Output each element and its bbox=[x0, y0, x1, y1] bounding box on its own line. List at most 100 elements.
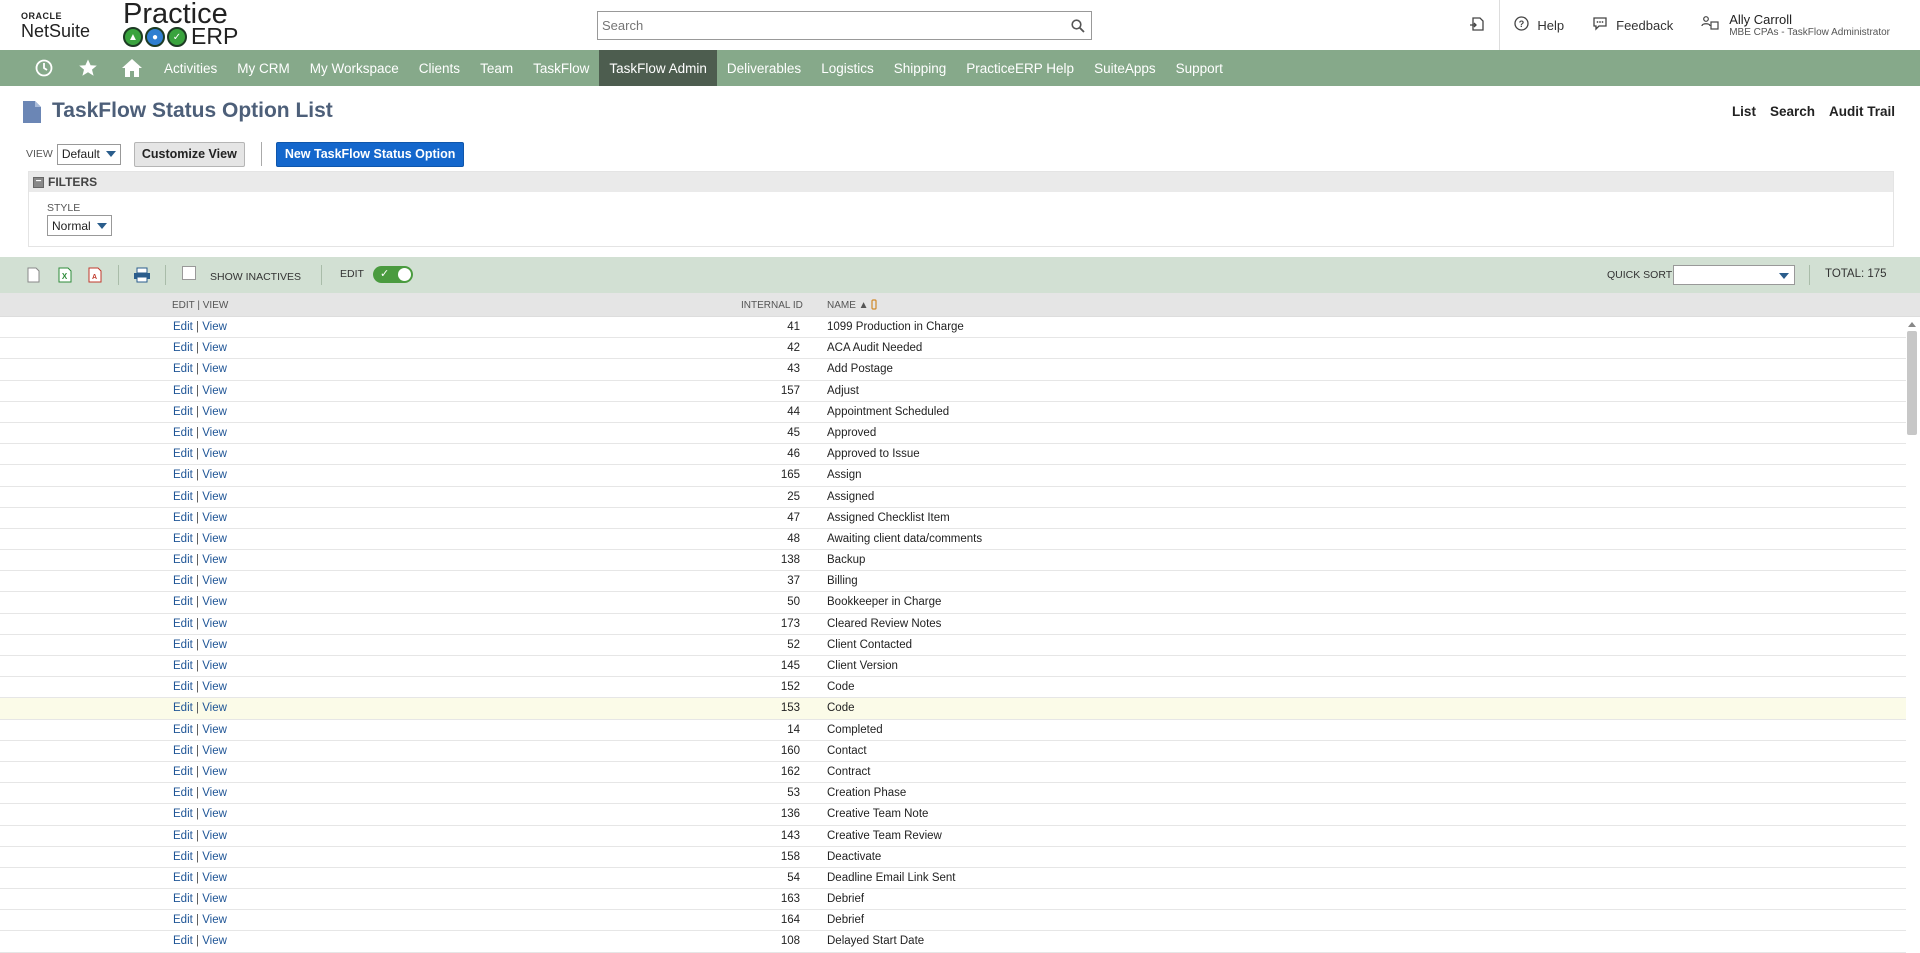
customize-view-button[interactable]: Customize View bbox=[133, 141, 245, 167]
view-link[interactable]: View bbox=[202, 427, 227, 439]
search-link[interactable]: Search bbox=[1770, 104, 1815, 119]
view-link[interactable]: View bbox=[202, 724, 227, 736]
print-icon[interactable] bbox=[133, 267, 151, 288]
view-link[interactable]: View bbox=[202, 321, 227, 333]
show-inactives-checkbox[interactable] bbox=[182, 266, 196, 280]
shortcuts-nav-button[interactable] bbox=[66, 50, 110, 86]
netsuite-logo[interactable]: ORACLE NetSuite bbox=[21, 12, 90, 41]
edit-link[interactable]: Edit bbox=[173, 745, 193, 757]
view-link[interactable]: View bbox=[202, 533, 227, 545]
edit-link[interactable]: Edit bbox=[173, 554, 193, 566]
view-link[interactable]: View bbox=[202, 512, 227, 524]
home-nav-button[interactable] bbox=[110, 50, 154, 86]
view-link[interactable]: View bbox=[202, 448, 227, 460]
edit-link[interactable]: Edit bbox=[173, 448, 193, 460]
search-input[interactable] bbox=[598, 12, 1065, 39]
view-link[interactable]: View bbox=[202, 639, 227, 651]
filters-header[interactable]: − FILTERS bbox=[29, 172, 1893, 192]
edit-link[interactable]: Edit bbox=[173, 533, 193, 545]
view-link[interactable]: View bbox=[202, 808, 227, 820]
internal-id-column-header[interactable]: INTERNAL ID bbox=[741, 300, 803, 311]
edit-link[interactable]: Edit bbox=[173, 618, 193, 630]
view-link[interactable]: View bbox=[202, 681, 227, 693]
export-excel-icon[interactable]: X bbox=[58, 267, 72, 288]
view-link[interactable]: View bbox=[202, 872, 227, 884]
view-link[interactable]: View bbox=[202, 575, 227, 587]
nav-clients[interactable]: Clients bbox=[409, 50, 470, 86]
view-link[interactable]: View bbox=[202, 787, 227, 799]
nav-activities[interactable]: Activities bbox=[154, 50, 227, 86]
edit-link[interactable]: Edit bbox=[173, 321, 193, 333]
nav-team[interactable]: Team bbox=[470, 50, 523, 86]
view-link[interactable]: View bbox=[202, 830, 227, 842]
view-link[interactable]: View bbox=[202, 554, 227, 566]
recent-nav-button[interactable] bbox=[22, 50, 66, 86]
nav-suiteapps[interactable]: SuiteApps bbox=[1084, 50, 1166, 86]
style-select[interactable]: Normal bbox=[47, 215, 112, 236]
list-link[interactable]: List bbox=[1732, 104, 1756, 119]
practice-erp-logo[interactable]: Practice ▲ ● ✓ ERP bbox=[123, 0, 238, 50]
view-link[interactable]: View bbox=[202, 914, 227, 926]
edit-link[interactable]: Edit bbox=[173, 491, 193, 503]
collapse-icon[interactable]: − bbox=[33, 176, 44, 188]
edit-link[interactable]: Edit bbox=[173, 406, 193, 418]
edit-link[interactable]: Edit bbox=[173, 893, 193, 905]
view-link[interactable]: View bbox=[202, 596, 227, 608]
view-link[interactable]: View bbox=[202, 469, 227, 481]
edit-link[interactable]: Edit bbox=[173, 385, 193, 397]
edit-link[interactable]: Edit bbox=[173, 575, 193, 587]
feedback-link[interactable]: Feedback bbox=[1578, 0, 1687, 50]
edit-link[interactable]: Edit bbox=[173, 702, 193, 714]
nav-taskflow-admin[interactable]: TaskFlow Admin bbox=[599, 50, 717, 86]
scroll-up-icon[interactable] bbox=[1908, 322, 1916, 327]
edit-link[interactable]: Edit bbox=[173, 681, 193, 693]
quick-sort-select[interactable] bbox=[1673, 265, 1795, 285]
view-link[interactable]: View bbox=[202, 893, 227, 905]
edit-link[interactable]: Edit bbox=[173, 787, 193, 799]
help-link[interactable]: ? Help bbox=[1500, 0, 1578, 50]
view-link[interactable]: View bbox=[202, 618, 227, 630]
view-select[interactable]: Default bbox=[56, 143, 121, 165]
edit-link[interactable]: Edit bbox=[173, 342, 193, 354]
edit-link[interactable]: Edit bbox=[173, 808, 193, 820]
edit-link[interactable]: Edit bbox=[173, 830, 193, 842]
new-status-option-button[interactable]: New TaskFlow Status Option bbox=[275, 141, 465, 167]
view-link[interactable]: View bbox=[202, 660, 227, 672]
nav-my-workspace[interactable]: My Workspace bbox=[300, 50, 409, 86]
edit-link[interactable]: Edit bbox=[173, 914, 193, 926]
edit-link[interactable]: Edit bbox=[173, 660, 193, 672]
nav-my-crm[interactable]: My CRM bbox=[227, 50, 300, 86]
nav-support[interactable]: Support bbox=[1166, 50, 1233, 86]
edit-link[interactable]: Edit bbox=[173, 766, 193, 778]
export-pdf-icon[interactable]: A bbox=[88, 267, 102, 288]
nav-shipping[interactable]: Shipping bbox=[884, 50, 957, 86]
view-link[interactable]: View bbox=[202, 745, 227, 757]
view-link[interactable]: View bbox=[202, 342, 227, 354]
edit-link[interactable]: Edit bbox=[173, 851, 193, 863]
search-icon[interactable] bbox=[1065, 13, 1091, 39]
edit-link[interactable]: Edit bbox=[173, 427, 193, 439]
nav-practiceerp-help[interactable]: PracticeERP Help bbox=[956, 50, 1084, 86]
nav-logistics[interactable]: Logistics bbox=[811, 50, 884, 86]
edit-link[interactable]: Edit bbox=[173, 872, 193, 884]
view-link[interactable]: View bbox=[202, 935, 227, 947]
edit-mode-toggle[interactable]: ✓ bbox=[373, 266, 413, 283]
nav-taskflow[interactable]: TaskFlow bbox=[523, 50, 599, 86]
view-link[interactable]: View bbox=[202, 406, 227, 418]
nav-deliverables[interactable]: Deliverables bbox=[717, 50, 811, 86]
view-link[interactable]: View bbox=[202, 766, 227, 778]
view-link[interactable]: View bbox=[202, 491, 227, 503]
edit-link[interactable]: Edit bbox=[173, 363, 193, 375]
user-menu[interactable]: Ally Carroll MBE CPAs - TaskFlow Adminis… bbox=[1687, 12, 1920, 38]
audit-trail-link[interactable]: Audit Trail bbox=[1829, 104, 1895, 119]
export-csv-icon[interactable] bbox=[27, 267, 40, 288]
name-column-header[interactable]: NAME ▲ bbox=[827, 300, 869, 311]
view-link[interactable]: View bbox=[202, 702, 227, 714]
view-link[interactable]: View bbox=[202, 363, 227, 375]
edit-link[interactable]: Edit bbox=[173, 639, 193, 651]
edit-link[interactable]: Edit bbox=[173, 512, 193, 524]
view-link[interactable]: View bbox=[202, 385, 227, 397]
recent-records-button[interactable] bbox=[1455, 0, 1499, 50]
edit-link[interactable]: Edit bbox=[173, 596, 193, 608]
edit-link[interactable]: Edit bbox=[173, 469, 193, 481]
